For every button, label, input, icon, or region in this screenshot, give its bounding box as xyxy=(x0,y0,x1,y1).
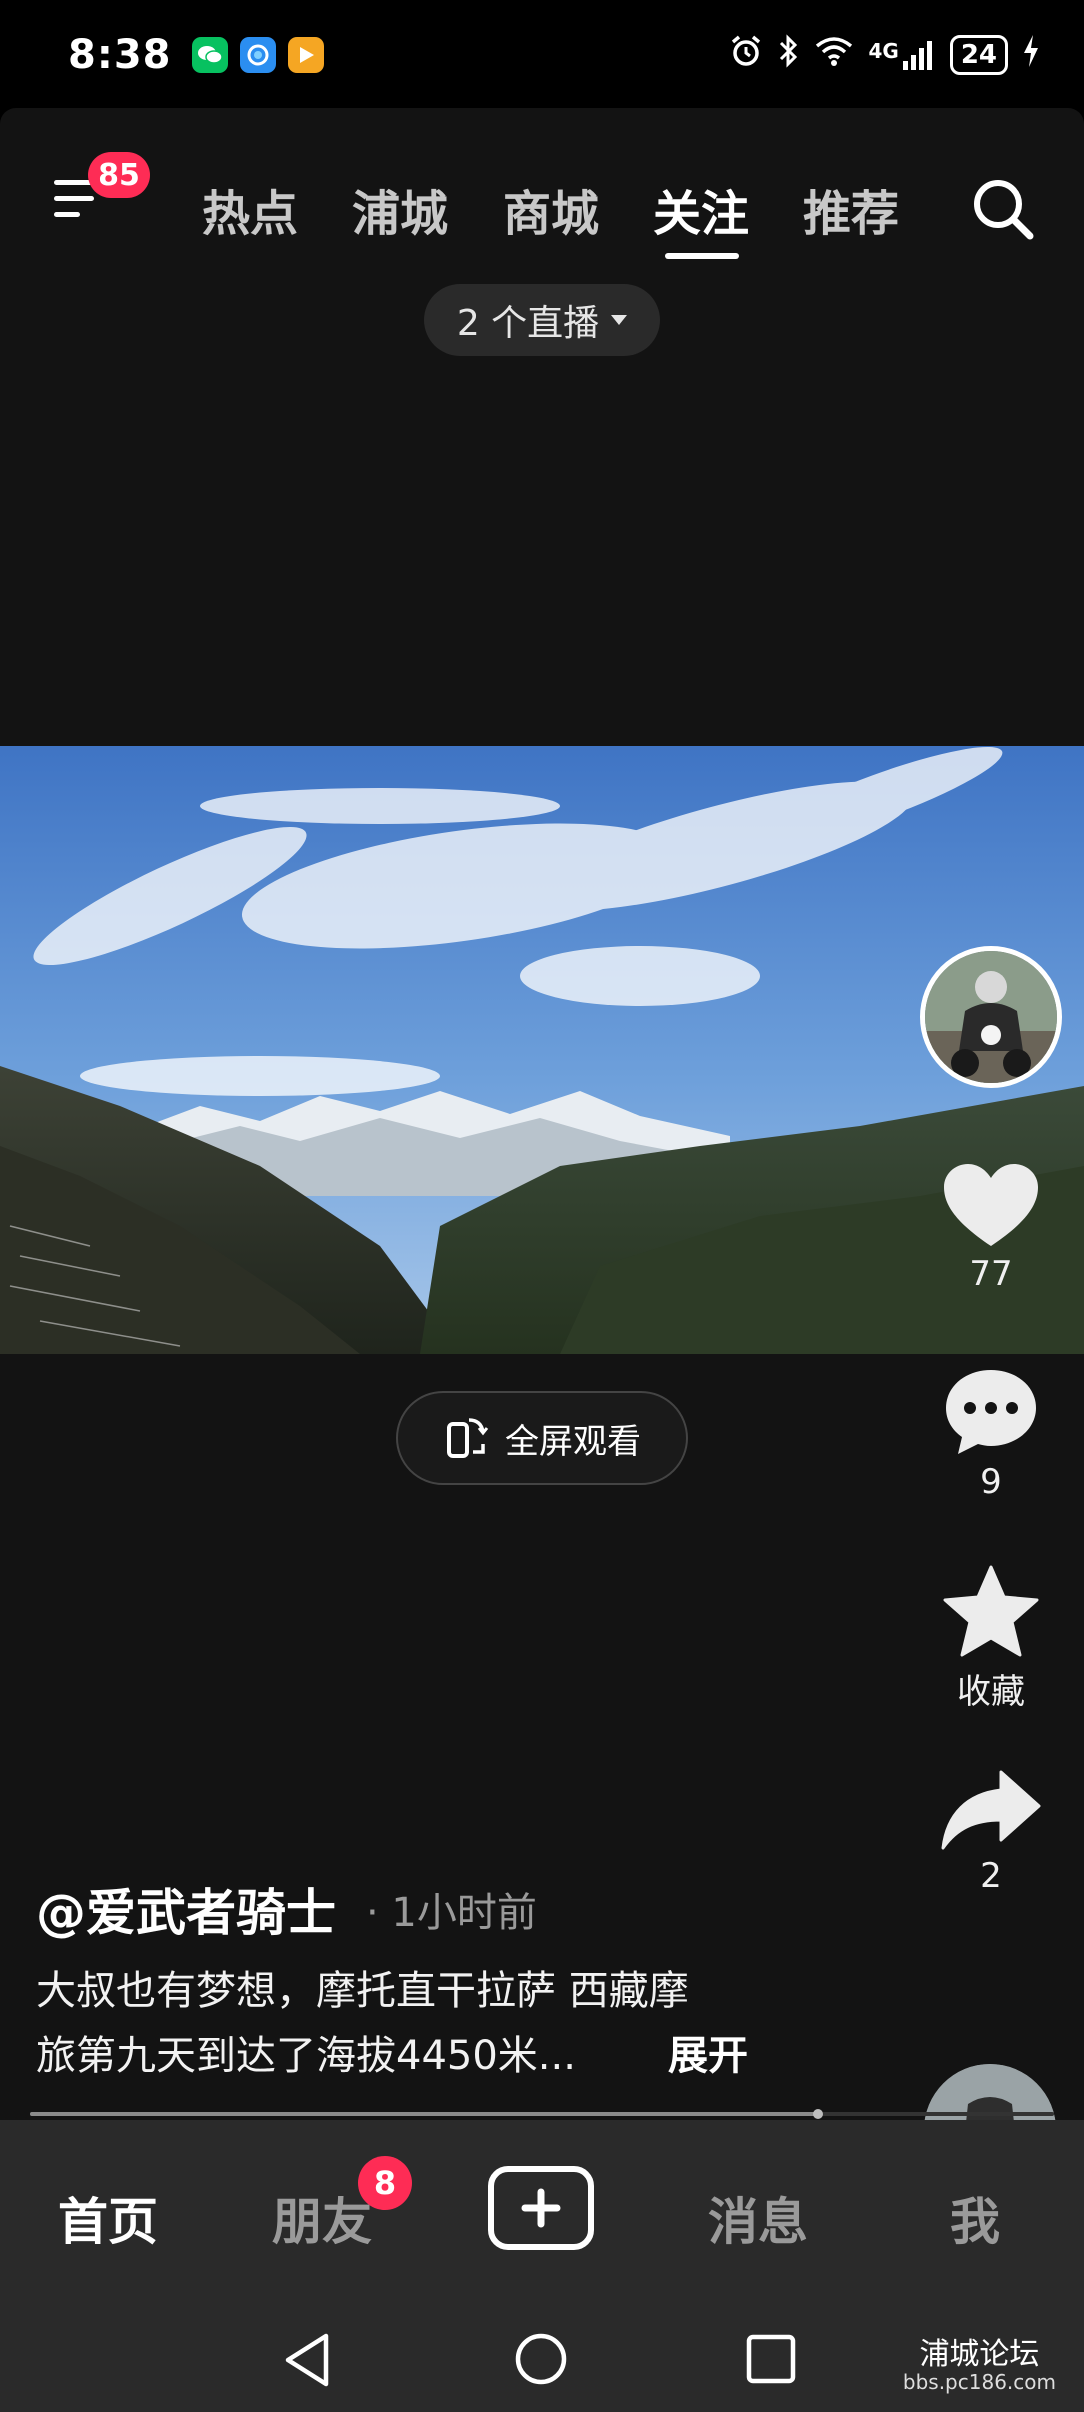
bottom-tab-bar: 首页 朋友 8 消息 我 xyxy=(0,2120,1084,2306)
comment-button[interactable]: 9 xyxy=(920,1366,1062,1502)
comment-icon xyxy=(946,1370,1036,1454)
caret-down-icon xyxy=(611,315,628,325)
status-time: 8:38 xyxy=(68,32,172,78)
recents-icon[interactable] xyxy=(746,2334,796,2384)
plus-icon xyxy=(521,2188,561,2228)
tab-messages[interactable]: 消息 xyxy=(708,2182,808,2254)
fullscreen-label: 全屏观看 xyxy=(505,1421,641,1462)
tab-mall[interactable]: 商城 xyxy=(503,174,599,244)
status-indicators: 4G 24 xyxy=(728,33,1040,77)
tab-local[interactable]: 浦城 xyxy=(352,174,448,244)
tab-home[interactable]: 首页 xyxy=(58,2182,158,2254)
favorite-button[interactable]: 收藏 xyxy=(920,1564,1062,1713)
tab-friends[interactable]: 朋友 xyxy=(272,2182,372,2254)
heart-icon xyxy=(944,1164,1038,1246)
battery-indicator: 24 xyxy=(949,35,1008,75)
video-progress-bar[interactable] xyxy=(30,2109,1054,2119)
video-app-icon xyxy=(287,37,324,73)
caption-line-1: 大叔也有梦想，摩托直干拉萨 西藏摩 xyxy=(36,1968,689,2014)
search-button[interactable] xyxy=(968,174,1038,244)
search-icon xyxy=(974,180,1034,240)
watermark: 浦城论坛 bbs.pc186.com xyxy=(903,2338,1056,2393)
comment-count: 9 xyxy=(980,1462,1002,1502)
author-avatar[interactable] xyxy=(920,946,1062,1088)
feed-screen: 85 热点 浦城 商城 关注 推荐 2 个直播 全屏观看 77 9 收藏 2 @… xyxy=(0,108,1084,2120)
create-post-button[interactable] xyxy=(488,2166,594,2250)
fullscreen-button[interactable]: 全屏观看 xyxy=(396,1391,688,1485)
browser-icon xyxy=(239,37,276,73)
like-count: 77 xyxy=(969,1254,1013,1294)
post-time: · 1小时前 xyxy=(366,1890,537,1936)
charging-icon xyxy=(1022,34,1040,76)
tab-recommended[interactable]: 推荐 xyxy=(803,174,899,244)
friends-notification-badge: 8 xyxy=(358,2156,412,2210)
signal-icon: 4G xyxy=(868,39,935,71)
tab-following[interactable]: 关注 xyxy=(653,174,749,244)
watermark-title: 浦城论坛 xyxy=(919,2337,1040,2372)
wifi-icon xyxy=(814,34,854,76)
active-tab-indicator xyxy=(665,253,739,259)
tab-me[interactable]: 我 xyxy=(950,2182,1000,2254)
progress-fill xyxy=(30,2112,819,2116)
share-icon xyxy=(941,1770,1041,1850)
live-streams-label: 2 个直播 xyxy=(456,303,600,344)
tab-hot[interactable]: 热点 xyxy=(202,174,298,244)
top-navigation: 85 热点 浦城 商城 关注 推荐 xyxy=(0,138,1084,259)
author-name[interactable]: @爱武者骑士 xyxy=(36,1873,336,1945)
wechat-icon xyxy=(191,37,228,73)
share-count: 2 xyxy=(980,1856,1002,1896)
alarm-icon xyxy=(728,33,764,77)
bluetooth-icon xyxy=(778,34,800,76)
expand-caption-button[interactable]: 展开 xyxy=(668,2023,748,2081)
battery-level: 24 xyxy=(960,40,997,70)
status-bar: 8:38 4G 24 xyxy=(0,0,1084,110)
star-icon xyxy=(943,1565,1039,1657)
watermark-url: bbs.pc186.com xyxy=(902,2370,1056,2394)
live-streams-dropdown[interactable]: 2 个直播 xyxy=(424,284,660,356)
like-button[interactable]: 77 xyxy=(920,1162,1062,1294)
share-button[interactable]: 2 xyxy=(920,1768,1062,1896)
favorite-label: 收藏 xyxy=(957,1672,1025,1712)
status-app-icons xyxy=(191,37,324,73)
home-icon[interactable] xyxy=(514,2332,568,2386)
menu-notification-badge: 85 xyxy=(88,152,150,198)
rotate-screen-icon xyxy=(447,1418,489,1458)
network-type: 4G xyxy=(868,39,899,63)
back-icon[interactable] xyxy=(282,2332,332,2388)
